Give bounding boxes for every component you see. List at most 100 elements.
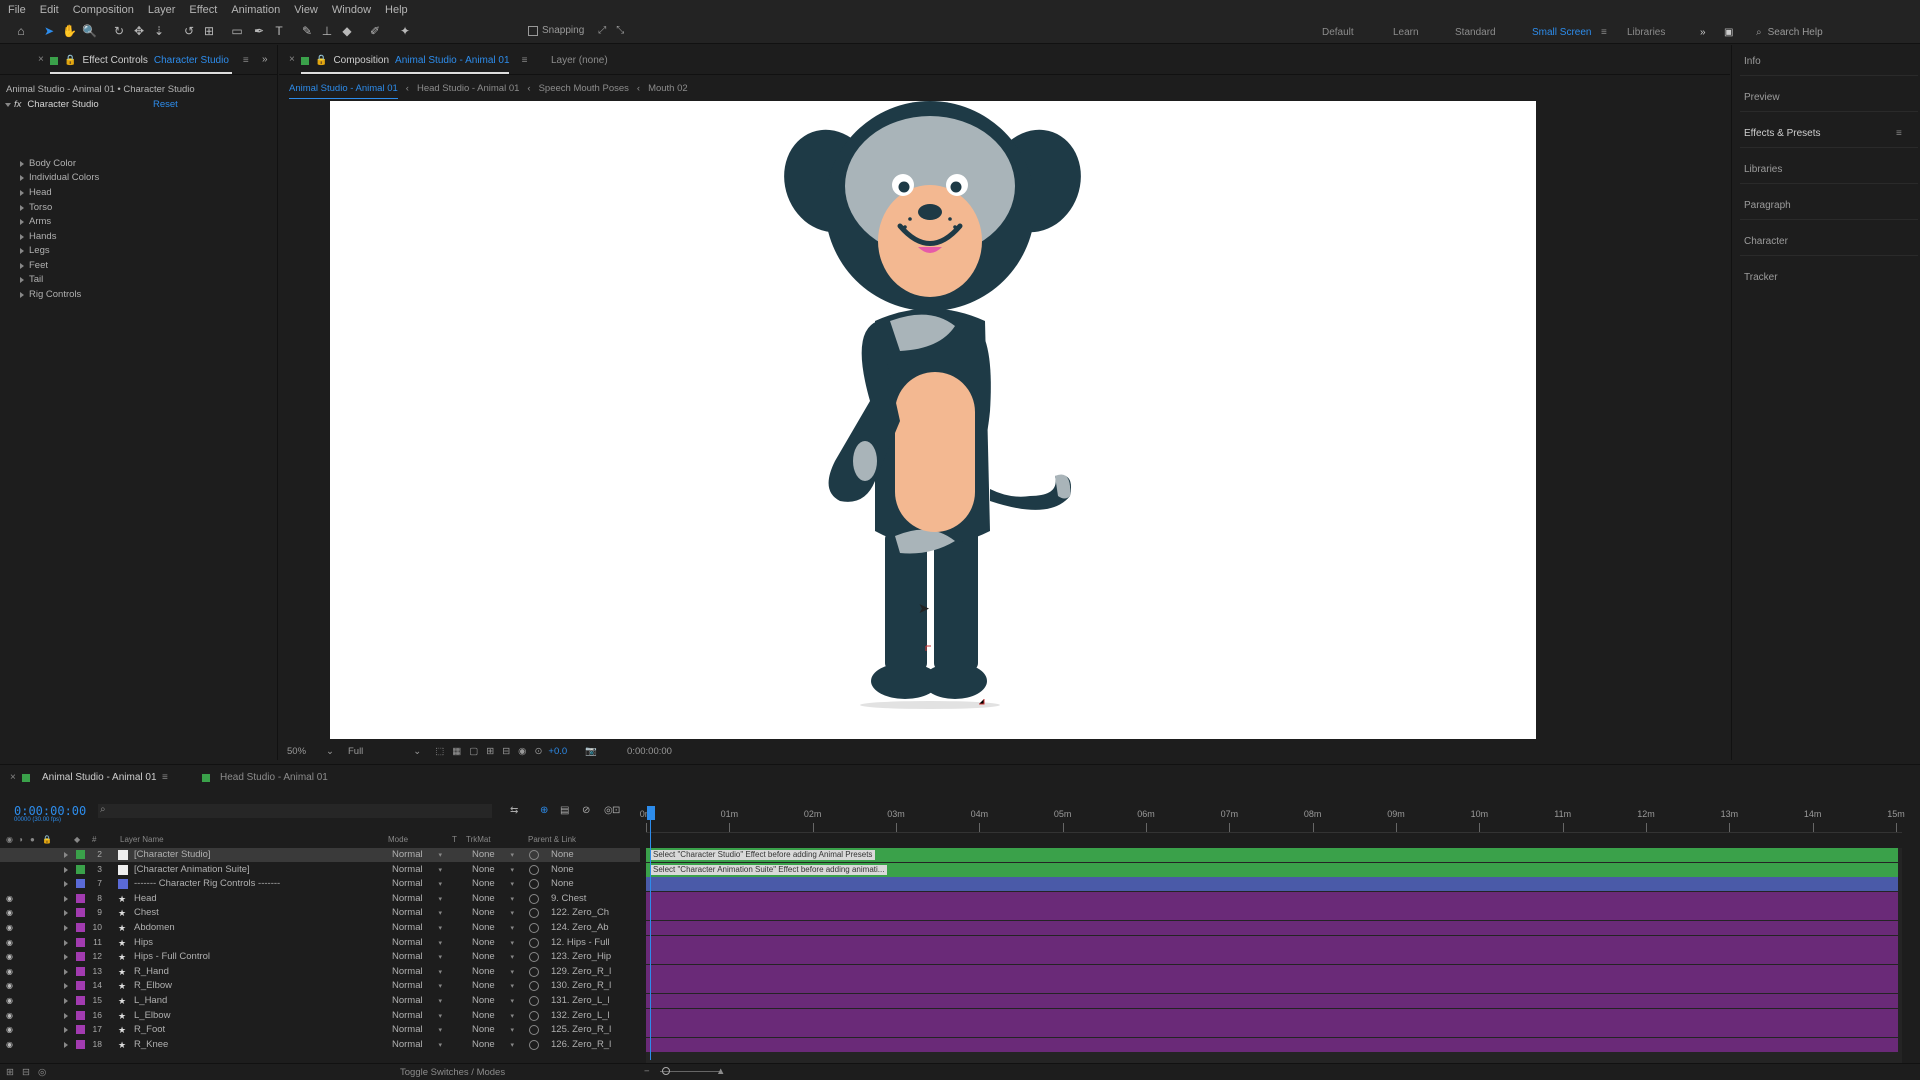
tab-composition[interactable]: 🔒 Composition Animal Studio - Animal 01 … (301, 55, 527, 66)
resolution-dropdown-icon[interactable]: ⌄ (413, 746, 421, 757)
layer-row[interactable]: 2 [Character Studio] Normal ▾ None ▾ None (0, 848, 640, 862)
layer-expand-icon[interactable] (64, 881, 68, 888)
layer-parent-select[interactable]: 123. Zero_Hip (551, 951, 619, 962)
layer-name[interactable]: Hips - Full Control (134, 951, 384, 962)
parent-pickwhip-icon[interactable] (529, 1010, 539, 1021)
layer-parent-select[interactable]: 12. Hips - Full (551, 937, 619, 948)
layer-parent-select[interactable]: 132. Zero_L_l (551, 1010, 619, 1021)
expand-triangle-icon[interactable] (20, 189, 24, 196)
workspace-menu-icon[interactable]: ≡ (1601, 27, 1607, 38)
layer-row[interactable]: ◉ 11 ★ Hips Normal ▾ None ▾ 12. Hips - Full (0, 936, 640, 950)
layer-mode-select[interactable]: Normal ▾ (392, 951, 442, 963)
layer-trkmat-select[interactable]: None ▾ (472, 907, 514, 918)
toggle-switches-modes[interactable]: Toggle Switches / Modes (400, 1067, 505, 1078)
layer-expand-icon[interactable] (64, 895, 68, 902)
frame-blending-icon[interactable]: ⊘ (582, 805, 590, 816)
expand-triangle-icon[interactable] (20, 247, 24, 254)
zoom-dropdown-icon[interactable]: ⌄ (326, 746, 334, 757)
layer-mode-select[interactable]: Normal ▾ (392, 922, 442, 934)
layer-track-bar[interactable]: Select "Character Studio" Effect before … (646, 848, 1898, 862)
layer-name[interactable]: R_Foot (134, 1024, 384, 1035)
layer-trkmat-select[interactable]: None ▾ (472, 951, 514, 962)
layer-expand-icon[interactable] (64, 998, 68, 1004)
layer-track-bar[interactable] (646, 994, 1898, 1008)
visibility-eye-icon[interactable]: ◉ (6, 1011, 13, 1020)
layer-name[interactable]: R_Knee (134, 1039, 384, 1050)
puppet-tool-icon[interactable]: ✦ (398, 24, 412, 38)
expand-triangle-icon[interactable] (20, 160, 24, 167)
layer-expand-icon[interactable] (64, 954, 68, 961)
parent-pickwhip-icon[interactable] (529, 850, 539, 860)
layer-mode-select[interactable]: Normal ▾ (392, 849, 442, 861)
layer-label-swatch[interactable] (76, 952, 85, 962)
clone-stamp-tool-icon[interactable]: ⊥ (320, 24, 334, 38)
layer-mode-select[interactable]: Normal ▾ (392, 878, 442, 890)
current-timecode[interactable]: 0:00:00:00 (14, 804, 86, 818)
label-column-icon[interactable]: ◆ (74, 835, 80, 844)
selection-tool-icon[interactable]: ➤ (42, 24, 56, 38)
snap-edges-icon[interactable]: ⤡ (616, 25, 624, 36)
panel-libraries[interactable]: Libraries (1744, 164, 1782, 175)
visibility-eye-icon[interactable]: ◉ (6, 908, 13, 917)
exposure-icon[interactable]: ⊙ (534, 746, 542, 757)
zoom-select[interactable]: 50% (287, 746, 306, 757)
resolution-select[interactable]: Full (348, 746, 363, 757)
comp-lock-icon[interactable]: 🔒 (315, 55, 327, 66)
layer-expand-icon[interactable] (64, 866, 68, 873)
expand-triangle-icon[interactable] (20, 204, 24, 211)
layer-expand-icon[interactable] (64, 1027, 68, 1034)
layer-name[interactable]: Head (134, 893, 384, 904)
layer-row[interactable]: ◉ 14 ★ R_Elbow Normal ▾ None ▾ 130. Zero_R_l (0, 979, 640, 993)
menu-view[interactable]: View (294, 4, 318, 16)
menu-edit[interactable]: Edit (40, 4, 59, 16)
visibility-eye-icon[interactable]: ◉ (6, 1040, 13, 1049)
layer-expand-icon[interactable] (64, 1012, 68, 1019)
layer-label-swatch[interactable] (76, 996, 85, 1005)
snapping-checkbox[interactable] (528, 25, 538, 36)
layer-trkmat-select[interactable]: None ▾ (472, 922, 514, 933)
layer-parent-select[interactable]: 129. Zero_R_l (551, 966, 619, 977)
layer-name-header[interactable]: Layer Name (120, 835, 164, 844)
layer-label-swatch[interactable] (76, 864, 85, 874)
layer-track-bar[interactable] (646, 906, 1898, 921)
visibility-eye-icon[interactable]: ◉ (6, 938, 13, 947)
layer-label-swatch[interactable] (76, 850, 85, 859)
comp-mini-flowchart-icon[interactable]: ⇆ (510, 805, 518, 816)
snap-options-icon[interactable]: ⤢ (598, 25, 606, 36)
layer-name[interactable]: Chest (134, 907, 384, 918)
layer-name[interactable]: [Character Studio] (134, 849, 384, 860)
layer-track-bar[interactable] (646, 1037, 1898, 1052)
menu-file[interactable]: File (8, 4, 26, 16)
layer-trkmat-select[interactable]: None ▾ (472, 980, 514, 991)
parent-pickwhip-icon[interactable] (529, 923, 539, 933)
layer-row[interactable]: ◉ 8 ★ Head Normal ▾ None ▾ 9. Chest (0, 892, 640, 906)
layer-trkmat-select[interactable]: None ▾ (472, 849, 514, 860)
layer-row[interactable]: ◉ 18 ★ R_Knee Normal ▾ None ▾ 126. Zero_R_l (0, 1038, 640, 1052)
property-feet[interactable]: Feet (20, 260, 48, 271)
layer-trkmat-select[interactable]: None ▾ (472, 878, 514, 889)
layer-name[interactable]: R_Hand (134, 966, 384, 977)
panel-effects-presets[interactable]: Effects & Presets (1744, 128, 1821, 139)
layer-parent-select[interactable]: 122. Zero_Ch (551, 907, 619, 918)
visibility-eye-icon[interactable]: ◉ (6, 967, 13, 976)
parent-pickwhip-icon[interactable] (529, 893, 539, 904)
layer-expand-icon[interactable] (64, 1041, 68, 1048)
zoom-tool-icon[interactable]: 🔍 (82, 24, 97, 38)
layer-trkmat-select[interactable]: None ▾ (472, 864, 514, 875)
property-torso[interactable]: Torso (20, 202, 52, 213)
visibility-eye-icon[interactable]: ◉ (6, 996, 13, 1005)
dolly-tool-icon[interactable]: ⇣ (152, 24, 166, 38)
property-individual-colors[interactable]: Individual Colors (20, 172, 99, 183)
anchor-tool-icon[interactable]: ⊞ (202, 24, 216, 38)
effects-presets-menu-icon[interactable]: ≡ (1896, 128, 1902, 139)
more-workspaces-icon[interactable]: » (1700, 27, 1706, 38)
flow-tab-speech-mouth-poses[interactable]: Speech Mouth Poses (539, 83, 629, 99)
layer-label-swatch[interactable] (76, 981, 85, 991)
property-tail[interactable]: Tail (20, 274, 43, 285)
layer-expand-icon[interactable] (64, 939, 68, 946)
layer-track-bar[interactable] (646, 964, 1898, 979)
layer-track-bar[interactable] (646, 1008, 1898, 1023)
exposure-value[interactable]: +0.0 (548, 746, 567, 757)
layer-expand-icon[interactable] (64, 925, 68, 931)
layer-track-bar[interactable] (646, 891, 1898, 906)
